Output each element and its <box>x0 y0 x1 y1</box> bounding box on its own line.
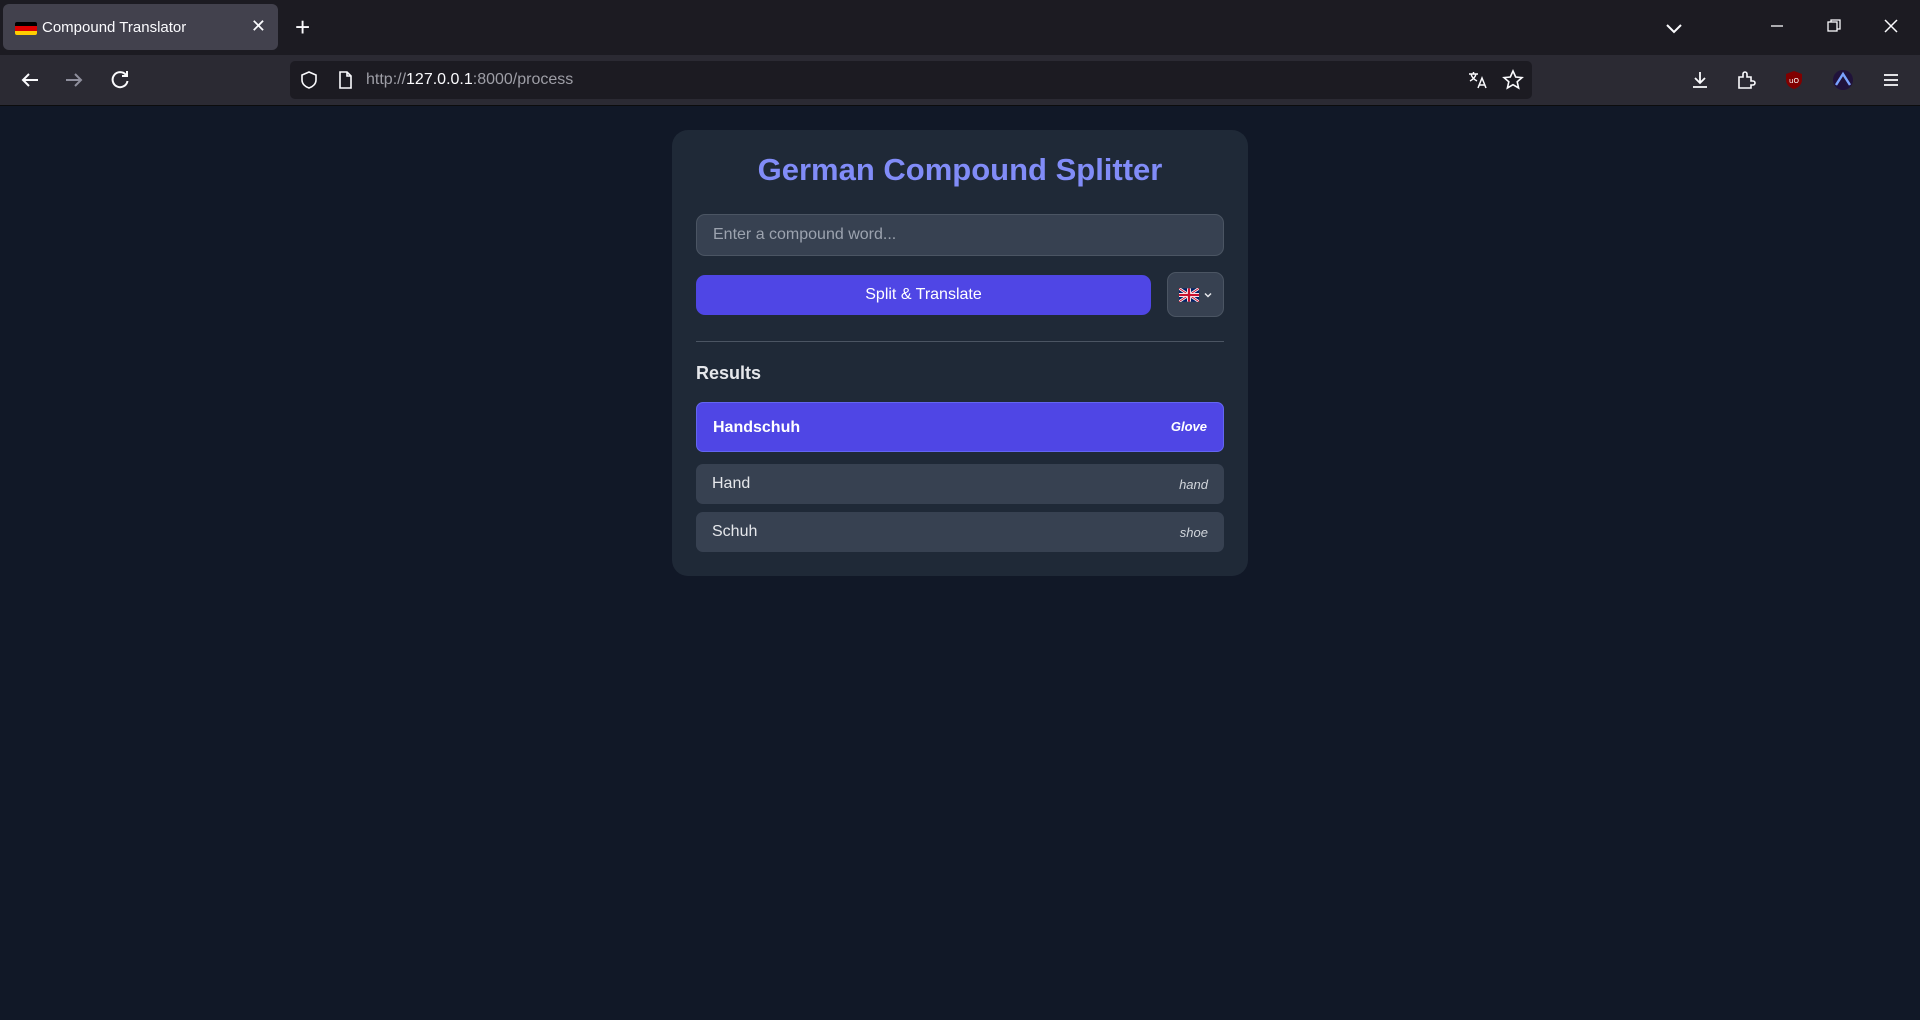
chevron-down-icon <box>1203 292 1212 298</box>
part-word: Schuh <box>712 523 758 540</box>
forward-arrow-icon[interactable] <box>61 67 87 93</box>
tab-title: Compound Translator <box>42 19 187 36</box>
tab-list-chevron-icon[interactable] <box>1662 16 1686 40</box>
ublock-origin-icon[interactable]: uO <box>1781 67 1807 93</box>
close-window-icon[interactable] <box>1879 14 1903 38</box>
splitter-card: German Compound Splitter Split & Transla… <box>672 130 1248 576</box>
result-part: Hand hand <box>696 464 1224 504</box>
address-bar[interactable]: http://127.0.0.1:8000/process <box>290 61 1532 99</box>
url-host: 127.0.0.1 <box>406 71 473 88</box>
url-path: :8000/process <box>472 71 574 88</box>
page-title: German Compound Splitter <box>757 152 1163 187</box>
shield-icon[interactable] <box>296 67 322 93</box>
part-translation: hand <box>1179 477 1208 492</box>
browser-tab[interactable]: Compound Translator ✕ <box>3 4 278 50</box>
translate-icon[interactable] <box>1465 67 1491 93</box>
part-translation: shoe <box>1179 525 1208 540</box>
results-heading: Results <box>696 363 762 383</box>
back-arrow-icon[interactable] <box>17 67 43 93</box>
tab-close-icon[interactable]: ✕ <box>251 15 266 37</box>
compound-translation: Glove <box>1170 419 1207 434</box>
restore-icon[interactable] <box>1822 14 1846 38</box>
url-text: http://127.0.0.1:8000/process <box>366 71 573 89</box>
bookmark-star-icon[interactable] <box>1500 67 1526 93</box>
extensions-icon[interactable] <box>1733 67 1759 93</box>
result-part: Schuh shoe <box>696 512 1224 552</box>
compound-word: Handschuh <box>713 419 801 436</box>
reload-icon[interactable] <box>107 67 133 93</box>
menu-hamburger-icon[interactable] <box>1878 67 1904 93</box>
german-flag-icon <box>15 22 37 35</box>
divider <box>696 341 1224 342</box>
uk-flag-icon <box>1178 287 1199 302</box>
part-word: Hand <box>712 475 751 492</box>
downloads-icon[interactable] <box>1687 67 1713 93</box>
minimize-icon[interactable] <box>1765 14 1789 38</box>
new-tab-button[interactable]: + <box>295 12 310 42</box>
compound-word-input[interactable] <box>696 214 1224 256</box>
vpn-extension-icon[interactable] <box>1830 67 1856 93</box>
page-icon[interactable] <box>332 67 358 93</box>
split-translate-button[interactable]: Split & Translate <box>696 275 1151 315</box>
result-compound: Handschuh Glove <box>696 402 1224 452</box>
language-select[interactable] <box>1167 272 1224 317</box>
tab-bar: Compound Translator ✕ + <box>0 0 1920 55</box>
url-scheme: http:// <box>366 71 407 88</box>
navigation-bar: http://127.0.0.1:8000/process uO <box>0 55 1920 106</box>
svg-text:uO: uO <box>1789 77 1799 85</box>
